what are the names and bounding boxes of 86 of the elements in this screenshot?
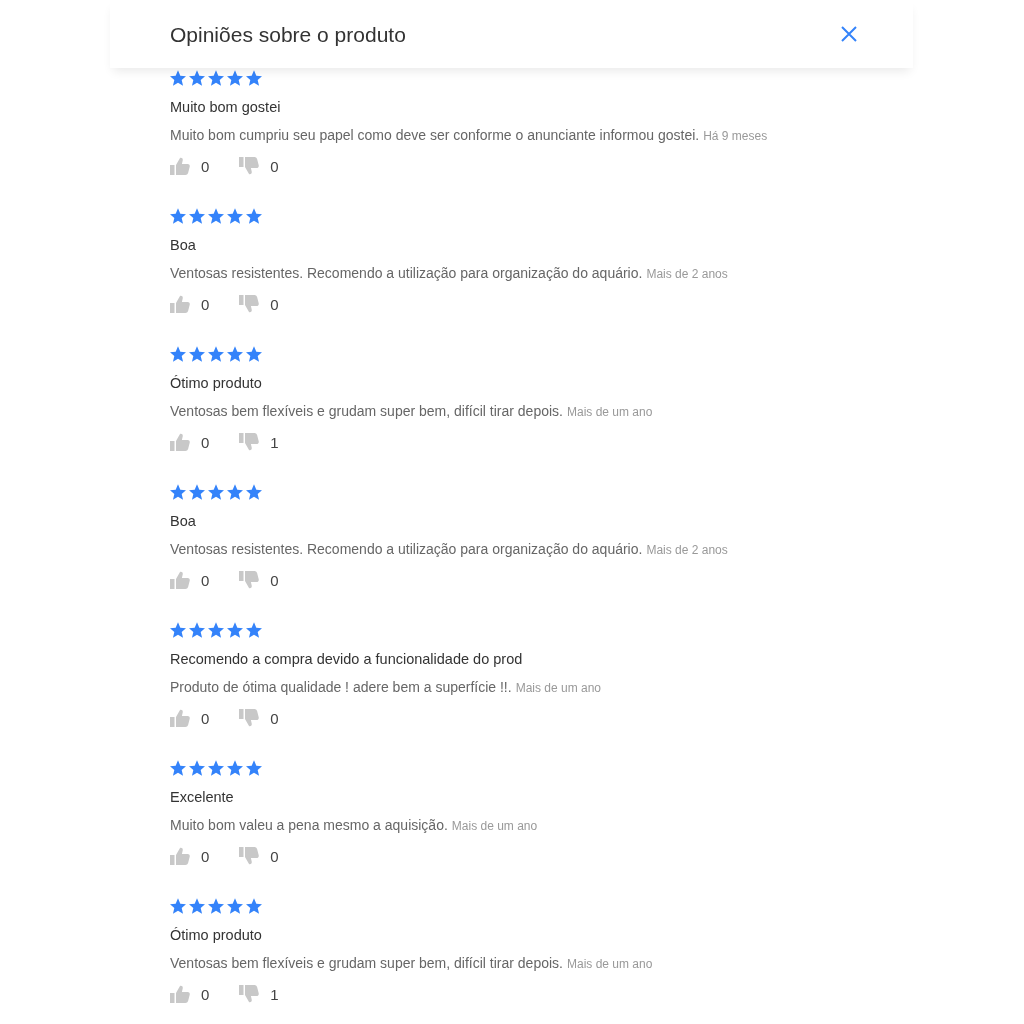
review-date: Mais de 2 anos: [646, 267, 728, 281]
thumbs-up-icon: [170, 295, 190, 313]
star-icon: [170, 484, 186, 500]
star-icon: [170, 760, 186, 776]
review-text: Ventosas bem flexíveis e grudam super bem, difícil tirar depois.: [170, 955, 563, 971]
thumbs-down-icon: [239, 709, 260, 727]
like-button[interactable]: 0: [170, 847, 210, 865]
star-icon: [246, 208, 262, 224]
like-button[interactable]: 0: [170, 295, 210, 313]
review-text: Ventosas resistentes. Recomendo a utilização para organização do aquário.: [170, 541, 643, 557]
review-date: Mais de um ano: [566, 957, 653, 971]
thumbs-up-icon: [170, 985, 190, 1003]
star-icon: [189, 208, 205, 224]
star-icon: [170, 208, 186, 224]
star-icon: [246, 346, 262, 362]
thumbs-down-icon: [239, 295, 260, 313]
review-text: Muito bom valeu a pena mesmo a aquisição.: [170, 817, 448, 833]
star-icon: [227, 70, 243, 86]
star-icon: [246, 484, 262, 500]
review-title: Boa: [170, 512, 196, 530]
star-icon: [170, 898, 186, 914]
review-text: Ventosas resistentes. Recomendo a utilização para organização do aquário.: [170, 265, 643, 281]
like-button[interactable]: 0: [170, 433, 210, 451]
star-icon: [189, 346, 205, 362]
star-icon: [246, 898, 262, 914]
dislike-button[interactable]: 1: [239, 433, 279, 451]
review-title: Ótimo produto: [170, 374, 262, 392]
thumbs-up-icon: [170, 847, 190, 865]
review-title: Excelente: [170, 788, 234, 806]
star-icon: [189, 760, 205, 776]
star-icon: [208, 622, 224, 638]
thumbs-down-icon: [239, 847, 260, 865]
star-icon: [246, 622, 262, 638]
star-icon: [246, 70, 262, 86]
thumbs-down-icon: [239, 985, 260, 1003]
star-icon: [208, 70, 224, 86]
review-date: Há 9 meses: [703, 129, 768, 143]
review-date: Mais de 2 anos: [646, 543, 728, 557]
star-icon: [208, 208, 224, 224]
thumbs-up-icon: [170, 157, 190, 175]
thumbs-down-icon: [239, 571, 260, 589]
dialog-title: Opiniões sobre o produto: [170, 21, 406, 47]
star-icon: [208, 760, 224, 776]
review-title: Ótimo produto: [170, 926, 262, 944]
like-button[interactable]: 0: [170, 157, 210, 175]
star-icon: [227, 484, 243, 500]
star-icon: [227, 622, 243, 638]
star-icon: [227, 898, 243, 914]
star-icon: [227, 208, 243, 224]
dislike-button[interactable]: 0: [239, 571, 279, 589]
thumbs-up-icon: [170, 709, 190, 727]
dislike-button[interactable]: 0: [239, 709, 279, 727]
thumbs-up-icon: [170, 433, 190, 451]
dislike-button[interactable]: 1: [239, 985, 279, 1003]
star-icon: [246, 760, 262, 776]
like-button[interactable]: 0: [170, 709, 210, 727]
review-text: Produto de ótima qualidade ! adere bem a superfície !!.: [170, 679, 512, 695]
star-icon: [227, 760, 243, 776]
thumbs-down-icon: [239, 157, 260, 175]
star-icon: [189, 70, 205, 86]
review-title: Recomendo a compra devido a funcionalidade do prod: [170, 650, 523, 668]
star-icon: [208, 346, 224, 362]
review-date: Mais de um ano: [451, 819, 538, 833]
thumbs-up-icon: [170, 571, 190, 589]
star-icon: [170, 70, 186, 86]
like-button[interactable]: 0: [170, 571, 210, 589]
star-icon: [227, 346, 243, 362]
thumbs-down-icon: [239, 433, 260, 451]
star-icon: [189, 898, 205, 914]
dislike-button[interactable]: 0: [239, 157, 279, 175]
star-icon: [189, 622, 205, 638]
close-icon: [841, 26, 857, 42]
review-title: Boa: [170, 236, 196, 254]
review-text: Muito bom cumpriu seu papel como deve ser conforme o anunciante informou gostei.: [170, 127, 700, 143]
like-button[interactable]: 0: [170, 985, 210, 1003]
review-date: Mais de um ano: [566, 405, 653, 419]
review-date: Mais de um ano: [515, 681, 602, 695]
star-icon: [208, 898, 224, 914]
review-title: Muito bom gostei: [170, 98, 281, 116]
star-icon: [170, 622, 186, 638]
star-icon: [208, 484, 224, 500]
dislike-button[interactable]: 0: [239, 847, 279, 865]
review-text: Ventosas bem flexíveis e grudam super bem, difícil tirar depois.: [170, 403, 563, 419]
star-icon: [189, 484, 205, 500]
dislike-button[interactable]: 0: [239, 295, 279, 313]
star-icon: [170, 346, 186, 362]
